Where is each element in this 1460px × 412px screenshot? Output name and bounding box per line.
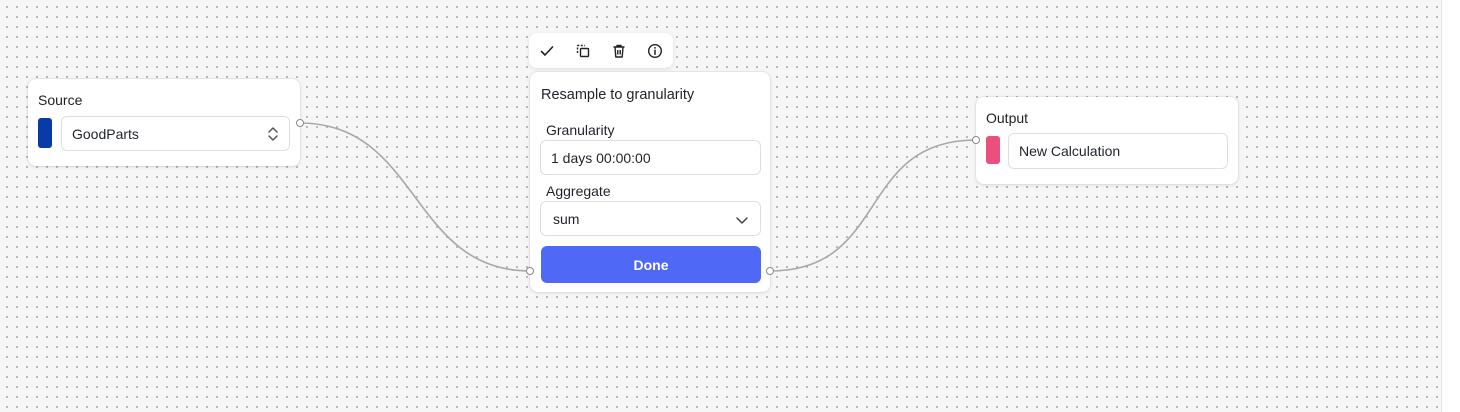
granularity-input[interactable]: 1 days 00:00:00 [540,140,761,175]
resample-node-title: Resample to granularity [541,87,695,103]
resample-input-handle[interactable] [526,267,534,275]
check-icon[interactable] [537,41,557,61]
source-select[interactable]: GoodParts [61,116,290,151]
source-node-title: Source [38,92,83,108]
chevron-up-down-icon [267,125,279,146]
aggregate-label: Aggregate [546,183,611,199]
edge-resample-to-output [769,139,977,272]
source-node[interactable]: Source GoodParts [28,79,300,166]
source-output-handle[interactable] [296,119,304,127]
source-color-swatch[interactable] [38,118,52,148]
source-select-value: GoodParts [72,125,139,142]
output-color-swatch[interactable] [986,136,1000,164]
side-panel-edge [1441,0,1460,412]
node-toolbar [529,33,673,68]
chevron-down-icon [735,213,749,229]
output-name-value: New Calculation [1019,143,1121,159]
granularity-label: Granularity [546,122,615,138]
info-icon[interactable] [645,41,665,61]
aggregate-select-value: sum [553,210,580,227]
resample-output-handle[interactable] [766,267,774,275]
output-node[interactable]: Output New Calculation [976,97,1238,184]
aggregate-select[interactable]: sum [540,201,761,236]
duplicate-icon[interactable] [573,41,593,61]
trash-icon[interactable] [609,41,629,61]
edge-source-to-resample [299,122,531,272]
output-input-handle[interactable] [972,136,980,144]
done-button[interactable]: Done [541,246,761,283]
granularity-input-value: 1 days 00:00:00 [551,149,651,166]
output-node-title: Output [986,110,1029,126]
output-name-input[interactable]: New Calculation [1008,133,1228,169]
